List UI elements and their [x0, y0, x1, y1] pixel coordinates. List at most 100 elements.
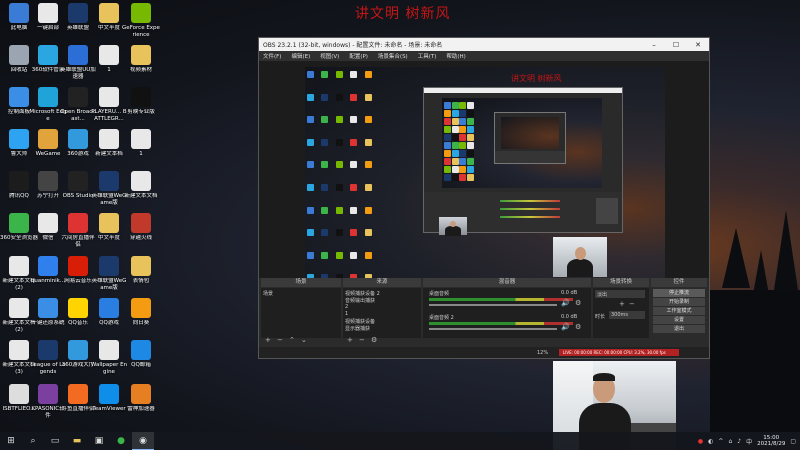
source-item[interactable]: 视频捕获设备 2 [345, 290, 380, 297]
sources-list[interactable]: 视频捕获设备 2 音频输出捕获 2 1 视频捕获设备 显示器捕获 [343, 288, 421, 338]
mixer-settings-icon[interactable]: ⚙ [575, 299, 581, 307]
desktop-icon[interactable]: 雷神加速器 [124, 384, 158, 413]
desktop-icon[interactable]: 英雄联盟UU加速器 [60, 45, 96, 80]
text-file-icon [99, 129, 119, 149]
mini-desktop-icon [335, 138, 343, 146]
source-item[interactable]: 1 [345, 311, 348, 317]
source-item[interactable]: 显示器捕获 [345, 325, 370, 332]
source-item[interactable]: 2 [345, 304, 348, 310]
desktop-icon[interactable]: 新建文本文档 [124, 171, 158, 200]
settings-button[interactable]: 设置 [653, 316, 705, 324]
mini-desktop-icon [364, 184, 372, 191]
exit-button[interactable]: 退出 [653, 325, 705, 333]
mini-desktop-icon [350, 184, 358, 191]
studio-mode-button[interactable]: 工作室模式 [653, 307, 705, 315]
desktop-icon[interactable]: GeForce Experience [122, 3, 160, 38]
desktop-icon[interactable]: 中文半度 [92, 213, 126, 242]
mini-desktop-icon [350, 71, 358, 78]
browser-icon[interactable]: ● [110, 432, 132, 450]
volume-slider[interactable] [429, 328, 557, 330]
menu-profile[interactable]: 配置(P) [349, 52, 368, 60]
menu-scene-collection[interactable]: 场景集合(S) [378, 52, 408, 60]
task-view-icon[interactable]: ▭ [44, 432, 66, 450]
close-button[interactable]: ✕ [687, 41, 709, 49]
mini-desktop-icon [321, 229, 329, 237]
desktop-icon[interactable]: QQ邮箱 [124, 340, 158, 369]
minimize-button[interactable]: – [643, 41, 665, 49]
desktop-icon[interactable]: 1 [92, 45, 126, 74]
chevron-up-icon[interactable]: ^ [718, 438, 723, 445]
duration-input[interactable]: 300ms [609, 311, 645, 319]
obs-window[interactable]: OBS 23.2.1 (32-bit, windows) - 配置文件: 未命名… [258, 37, 710, 359]
remove-scene-button[interactable]: − [277, 336, 283, 344]
desktop-icon[interactable]: 穿越火线 [124, 213, 158, 242]
stop-streaming-button[interactable]: 停止推流 [653, 289, 705, 297]
mute-speaker-icon[interactable]: 🔊 [561, 323, 570, 331]
nested-preview-icons [444, 102, 474, 182]
mini-desktop-icon [350, 93, 358, 101]
tray-app-icon[interactable]: ◐ [708, 438, 713, 445]
scenes-list[interactable]: 场景 [261, 288, 341, 338]
desktop-icon[interactable]: 中文半度 [92, 3, 126, 32]
network-icon[interactable]: ⌂ [728, 438, 732, 445]
obs-dock-panel: 场景 场景 + − ⌃ ⌄ 来源 视频捕获设备 2 音频输出捕获 2 1 视频捕… [259, 278, 709, 347]
search-icon[interactable]: ⌕ [22, 432, 44, 450]
add-scene-button[interactable]: + [265, 336, 271, 344]
file-explorer-icon[interactable]: ▬ [66, 432, 88, 450]
text-file-icon [9, 298, 29, 318]
store-icon[interactable]: ▣ [88, 432, 110, 450]
desktop-icon[interactable]: 视频素材 [124, 45, 158, 74]
desktop-icon[interactable]: 英雄联盟WeGame版 [92, 256, 126, 291]
desktop-icon[interactable]: TeamViewer [92, 384, 126, 413]
menu-file[interactable]: 文件(F) [263, 52, 281, 60]
source-item[interactable]: 音频输出捕获 [345, 297, 375, 304]
mini-desktop-icon [459, 150, 466, 157]
desktop-icon[interactable]: 向日葵 [124, 298, 158, 327]
transition-select[interactable]: 淡出 [595, 290, 645, 298]
desktop-icon[interactable]: 英雄联盟WeGame版 [92, 171, 126, 206]
start-recording-button[interactable]: 开始录制 [653, 298, 705, 306]
desktop-icon[interactable]: Wallpaper Engine [91, 340, 127, 375]
move-up-scene-button[interactable]: ⌃ [289, 336, 295, 344]
tray-app-icon[interactable]: ● [698, 438, 703, 445]
desktop-icon[interactable]: 新建文本档 [92, 129, 126, 158]
desktop-icon[interactable]: QQ游戏 [92, 298, 126, 327]
menu-tools[interactable]: 工具(T) [418, 52, 437, 60]
desktop-icon[interactable]: 剪映专业版 [124, 87, 158, 116]
remove-source-button[interactable]: − [359, 336, 365, 344]
obs-titlebar[interactable]: OBS 23.2.1 (32-bit, windows) - 配置文件: 未命名… [259, 38, 709, 51]
move-down-scene-button[interactable]: ⌄ [301, 336, 307, 344]
desktop-icon[interactable]: League of Legends [30, 340, 66, 375]
mixer-settings-icon[interactable]: ⚙ [575, 323, 581, 331]
source-item[interactable]: 视频捕获设备 [345, 318, 375, 325]
lol-icon [99, 171, 119, 191]
add-source-button[interactable]: + [347, 336, 353, 344]
desktop-icon[interactable]: 1 [124, 129, 158, 158]
preview-canvas[interactable]: 讲文明 树新风 [305, 67, 665, 303]
maximize-button[interactable]: ☐ [665, 41, 687, 49]
text-file-icon [9, 340, 29, 360]
mute-speaker-icon[interactable]: 🔊 [561, 299, 570, 307]
obs-taskbar-icon[interactable]: ◉ [132, 432, 154, 450]
ime-icon[interactable]: 中 [746, 437, 752, 446]
desktop-icon[interactable]: 表情包 [124, 256, 158, 285]
scene-item[interactable]: 场景 [263, 290, 273, 297]
clock[interactable]: 15:00 2021/8/29 [757, 435, 785, 448]
desktop-icon[interactable]: KPASONIC软件 [31, 384, 65, 419]
windows-start-icon[interactable]: ⊞ [0, 432, 22, 450]
menu-edit[interactable]: 编辑(E) [291, 52, 310, 60]
mini-desktop-icon [350, 161, 358, 169]
remove-transition-button[interactable]: − [629, 300, 635, 308]
source-settings-button[interactable]: ⚙ [371, 336, 377, 344]
audio-meter [429, 322, 573, 325]
desktop-icon[interactable]: PLAYERU... BATTLEGR... [91, 87, 127, 122]
add-transition-button[interactable]: + [619, 300, 625, 308]
menu-help[interactable]: 帮助(H) [446, 52, 465, 60]
lol-icon [38, 340, 58, 360]
menu-view[interactable]: 视图(V) [320, 52, 339, 60]
obs-preview-area[interactable]: 讲文明 树新风 [259, 61, 709, 311]
volume-slider[interactable] [429, 304, 557, 306]
volume-icon[interactable]: ♪ [737, 438, 741, 445]
notification-icon[interactable]: ▢ [790, 438, 796, 445]
desktop-icon[interactable]: 六间房直播伴侣 [61, 213, 95, 248]
